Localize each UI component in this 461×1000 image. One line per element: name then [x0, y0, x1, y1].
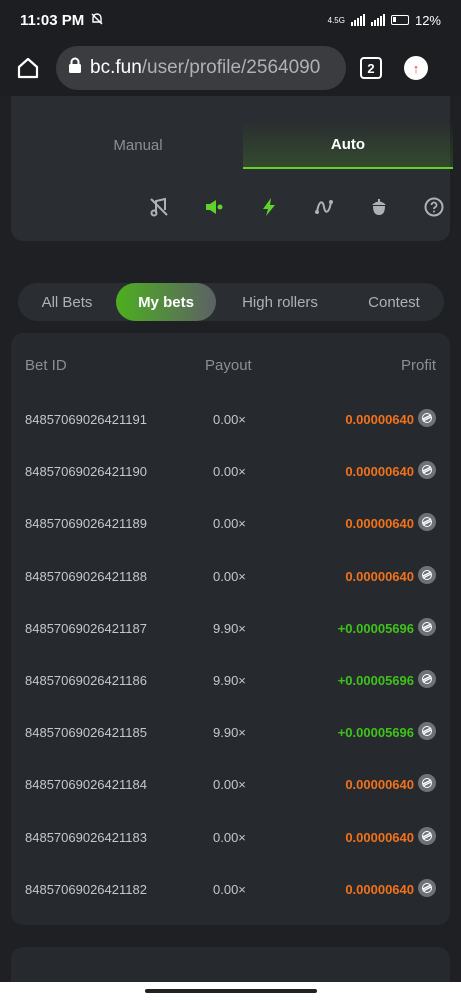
- music-off-icon[interactable]: [131, 192, 186, 222]
- lightning-icon[interactable]: [241, 192, 296, 222]
- table-row[interactable]: 84857069026421188 0.00× 0.00000640: [11, 550, 450, 602]
- bet-payout: 0.00×: [213, 881, 246, 897]
- status-time: 11:03 PM: [20, 11, 85, 29]
- table-row[interactable]: 84857069026421191 0.00× 0.00000640: [11, 393, 450, 445]
- coin-icon: [418, 774, 436, 793]
- coin-icon: [418, 565, 436, 584]
- tab-my-bets[interactable]: My bets: [116, 283, 216, 321]
- update-icon[interactable]: ↑: [404, 56, 428, 80]
- coin-icon: [418, 878, 436, 897]
- home-icon[interactable]: [10, 50, 46, 86]
- bet-payout: 0.00×: [213, 829, 246, 845]
- tab-contest[interactable]: Contest: [344, 283, 444, 321]
- tab-high-rollers[interactable]: High rollers: [216, 283, 344, 321]
- tab-auto[interactable]: Auto: [243, 121, 453, 169]
- bet-filter-tabs: All Bets My bets High rollers Contest: [18, 283, 444, 321]
- url-path: /user/profile/2564090: [141, 57, 321, 78]
- status-right: 4.5G 12%: [328, 13, 441, 28]
- tab-switcher-button[interactable]: 2: [360, 57, 382, 79]
- bet-id[interactable]: 84857069026421187: [25, 621, 147, 636]
- tab-all-bets[interactable]: All Bets: [18, 283, 116, 321]
- table-rows: 84857069026421191 0.00× 0.00000640 84857…: [11, 393, 450, 915]
- bell-off-icon: [90, 12, 104, 29]
- coin-icon: [418, 409, 436, 427]
- bet-id[interactable]: 84857069026421185: [25, 725, 147, 740]
- signal-icon: [350, 14, 365, 26]
- table-row[interactable]: 84857069026421183 0.00× 0.00000640: [11, 811, 450, 863]
- coin-icon: [418, 669, 436, 688]
- acorn-icon[interactable]: [351, 192, 406, 222]
- bet-profit: 0.00000640: [345, 464, 414, 480]
- coin-icon: [418, 722, 436, 741]
- bet-id[interactable]: 84857069026421189: [25, 516, 147, 531]
- signal-icon-2: [370, 14, 385, 26]
- bets-table: Bet ID Payout Profit 84857069026421191 0…: [11, 333, 450, 925]
- bet-payout: 0.00×: [213, 412, 246, 427]
- next-section-card: [11, 947, 450, 987]
- header-bet-id: Bet ID: [25, 357, 67, 374]
- bet-profit: +0.00005696: [337, 620, 414, 636]
- bet-id[interactable]: 84857069026421186: [25, 673, 147, 688]
- bet-id[interactable]: 84857069026421190: [25, 464, 147, 479]
- bet-profit: 0.00000640: [345, 412, 414, 427]
- bet-profit: 0.00000640: [345, 516, 414, 532]
- bet-payout: 0.00×: [213, 464, 246, 480]
- coin-icon: [418, 617, 436, 636]
- bet-control-panel: Manual Auto: [11, 96, 453, 241]
- status-bar: 11:03 PM 4.5G 12%: [0, 0, 461, 40]
- table-row[interactable]: 84857069026421186 9.90× +0.00005696: [11, 654, 450, 706]
- system-nav-bar: [0, 982, 461, 1000]
- sound-icon[interactable]: [186, 192, 241, 222]
- tab-manual[interactable]: Manual: [33, 121, 243, 169]
- bet-profit: +0.00005696: [337, 672, 414, 688]
- header-payout: Payout: [205, 357, 252, 374]
- table-row[interactable]: 84857069026421190 0.00× 0.00000640: [11, 445, 450, 497]
- bet-id[interactable]: 84857069026421183: [25, 830, 147, 845]
- bet-profit: 0.00000640: [345, 777, 414, 793]
- header-profit: Profit: [400, 357, 436, 374]
- bet-id[interactable]: 84857069026421182: [25, 882, 147, 897]
- coin-icon: [418, 513, 436, 532]
- tool-icons: [131, 192, 461, 222]
- battery-icon: [390, 15, 409, 25]
- bet-profit: 0.00000640: [345, 881, 414, 897]
- coin-icon: [418, 461, 436, 480]
- curve-icon[interactable]: [296, 192, 351, 222]
- battery-level: 12%: [414, 12, 441, 28]
- bet-id[interactable]: 84857069026421188: [25, 569, 147, 584]
- help-icon[interactable]: [406, 192, 461, 222]
- bet-profit: 0.00000640: [345, 568, 414, 584]
- mode-tabs: Manual Auto: [33, 121, 453, 169]
- bet-payout: 0.00×: [213, 568, 246, 584]
- bet-payout: 9.90×: [213, 672, 246, 688]
- table-row[interactable]: 84857069026421189 0.00× 0.00000640: [11, 497, 450, 549]
- bet-profit: 0.00000640: [345, 829, 414, 845]
- table-row[interactable]: 84857069026421184 0.00× 0.00000640: [11, 758, 450, 810]
- bet-payout: 9.90×: [213, 725, 246, 741]
- bet-id[interactable]: 84857069026421184: [25, 777, 147, 792]
- coin-icon: [418, 826, 436, 845]
- bet-profit: +0.00005696: [337, 725, 414, 741]
- table-row[interactable]: 84857069026421185 9.90× +0.00005696: [11, 706, 450, 758]
- bet-id[interactable]: 84857069026421191: [25, 412, 147, 427]
- url-host: bc.fun: [90, 57, 142, 78]
- table-row[interactable]: 84857069026421187 9.90× +0.00005696: [11, 602, 450, 654]
- browser-toolbar: bc.fun/user/profile/2564090 2 ↑: [0, 40, 461, 96]
- url-field[interactable]: bc.fun/user/profile/2564090: [56, 46, 346, 90]
- table-row[interactable]: 84857069026421182 0.00× 0.00000640: [11, 863, 450, 915]
- home-gesture-handle[interactable]: [145, 989, 317, 993]
- bet-payout: 9.90×: [213, 620, 246, 636]
- bet-payout: 0.00×: [213, 516, 246, 532]
- network-label: 4.5G: [327, 15, 345, 25]
- bet-payout: 0.00×: [213, 777, 246, 793]
- lock-icon: [68, 57, 82, 79]
